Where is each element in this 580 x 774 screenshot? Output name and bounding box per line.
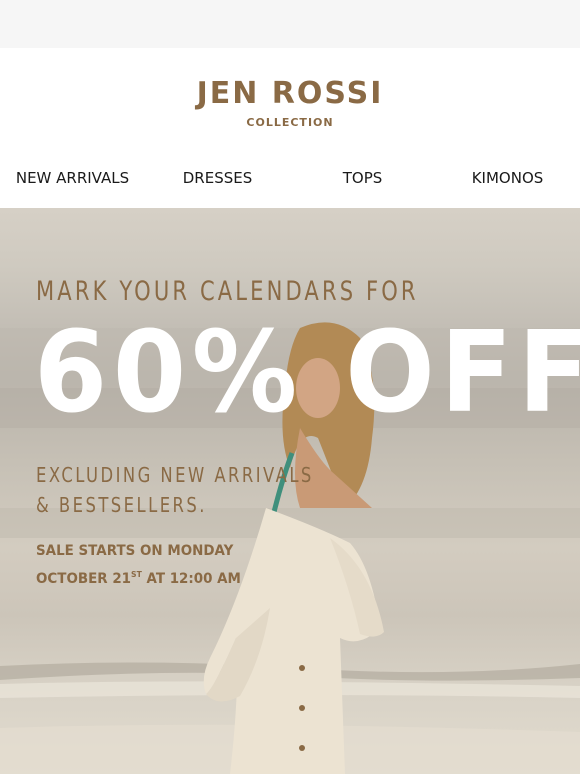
offer-percentage: 60% OFF [34, 308, 580, 438]
exclusion-text: EXCLUDING NEW ARRIVALS & BESTSELLERS. [36, 460, 348, 520]
exclusion-line-1: EXCLUDING NEW ARRIVALS [36, 463, 314, 487]
nav-item-kimonos[interactable]: KIMONOS [435, 166, 580, 190]
sale-date: OCTOBER 21 [36, 571, 132, 587]
email-header: JEN ROSSI COLLECTION NEW ARRIVALS DRESSE… [0, 48, 580, 208]
brand-subtitle: COLLECTION [246, 116, 334, 129]
nav-item-dresses[interactable]: DRESSES [145, 166, 290, 190]
exclusion-line-2: & BESTSELLERS. [36, 493, 207, 517]
brand-name: JEN ROSSI [196, 76, 384, 111]
nav-item-new-arrivals[interactable]: NEW ARRIVALS [0, 166, 145, 190]
hero-headline: MARK YOUR CALENDARS FOR [36, 276, 419, 307]
email-preheader-bar [0, 0, 580, 48]
category-nav: NEW ARRIVALS DRESSES TOPS KIMONOS [0, 166, 580, 190]
nav-item-tops[interactable]: TOPS [290, 166, 435, 190]
sale-start-line: SALE STARTS ON MONDAY [36, 543, 234, 559]
sale-date-line: OCTOBER 21ST AT 12:00 AM [36, 563, 241, 591]
hero-banner[interactable]: MARK YOUR CALENDARS FOR 60% OFF EXCLUDIN… [0, 208, 580, 774]
brand-logo[interactable]: JEN ROSSI COLLECTION [0, 76, 580, 129]
sale-time: AT 12:00 AM [146, 571, 241, 587]
sale-date-suffix: ST [131, 570, 142, 579]
sale-start-info: SALE STARTS ON MONDAY OCTOBER 21ST AT 12… [36, 540, 241, 591]
